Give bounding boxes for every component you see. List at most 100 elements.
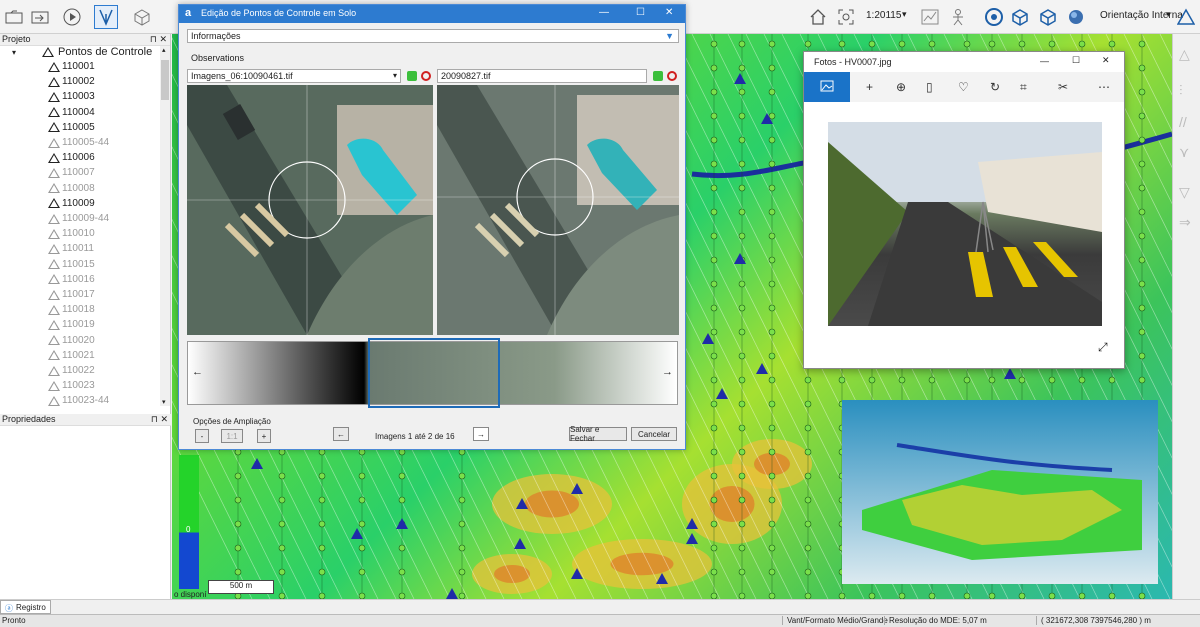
tree-item[interactable]: 110002 — [48, 76, 95, 87]
cube-icon[interactable] — [130, 5, 154, 29]
strip-right-arrow-icon[interactable]: → — [662, 366, 673, 378]
tree-item-label: 110018 — [62, 304, 95, 316]
image-view-button[interactable] — [804, 72, 850, 102]
sphere-icon[interactable] — [1064, 5, 1088, 29]
status-format: Vant/Formato Médio/Grande — [782, 616, 888, 625]
zoom-in-icon[interactable]: ⊕ — [896, 80, 906, 94]
chevron-down-icon[interactable]: ▾ — [902, 9, 907, 20]
terrain-3d-view[interactable] — [842, 400, 1158, 584]
save-close-button[interactable]: Salvar e Fechar — [569, 425, 627, 443]
control-point-icon — [48, 107, 60, 118]
tree-item[interactable]: 110020 — [48, 335, 95, 346]
tree-item[interactable]: 110005 — [48, 122, 95, 133]
next-arrow-icon[interactable]: → — [473, 427, 489, 441]
zoom-in-button[interactable]: + — [257, 429, 271, 443]
minimize-icon[interactable]: — — [599, 7, 609, 18]
tree-item[interactable]: 110007 — [48, 167, 95, 178]
chevron-down-icon[interactable]: ▼ — [665, 30, 674, 42]
right-aerial-image[interactable] — [437, 85, 679, 335]
tree-item[interactable]: 110001 — [48, 61, 95, 72]
tree-item[interactable]: 110009-44 — [48, 213, 109, 224]
tree-scrollbar[interactable]: ▴ ▾ — [160, 46, 170, 406]
delete-icon[interactable]: ▯ — [926, 80, 933, 94]
close-icon[interactable]: ⊓ ✕ — [151, 414, 168, 425]
accept-icon[interactable] — [653, 71, 663, 81]
tab-registro-label: Registro — [16, 603, 46, 612]
chevron-down-icon[interactable]: ▾ — [1166, 9, 1171, 20]
tree-item[interactable]: 110004 — [48, 107, 95, 118]
vector-icon[interactable] — [94, 5, 118, 29]
tree-root[interactable]: ▾ Pontos de Controle — [12, 46, 152, 58]
collapse-icon[interactable]: ▾ — [12, 48, 16, 57]
edit-icon[interactable]: ✂ — [1058, 80, 1068, 94]
person-icon[interactable] — [946, 5, 970, 29]
left-aerial-image[interactable] — [187, 85, 433, 335]
accept-icon[interactable] — [407, 71, 417, 81]
close-icon[interactable]: ✕ — [665, 7, 673, 18]
tree-item[interactable]: 110021 — [48, 350, 95, 361]
import-icon[interactable] — [28, 5, 52, 29]
tree-item[interactable]: 110018 — [48, 304, 95, 315]
more-icon[interactable]: ⋯ — [1098, 80, 1110, 94]
tree-item[interactable]: 110011 — [48, 243, 94, 254]
tab-registro[interactable]: ⓐ Registro — [0, 600, 51, 614]
selected-thumbnail[interactable] — [368, 338, 500, 408]
reject-icon[interactable] — [667, 71, 677, 81]
chevron-down-icon[interactable]: ▾ — [393, 70, 397, 82]
close-icon[interactable]: ✕ — [1102, 55, 1110, 66]
reject-icon[interactable] — [421, 71, 431, 81]
prev-arrow-icon[interactable]: ← — [333, 427, 349, 441]
zoom-extent-icon[interactable] — [834, 5, 858, 29]
play-icon[interactable] — [60, 5, 84, 29]
branch-icon[interactable]: ⋎ — [1179, 144, 1189, 161]
right-image-field[interactable]: 20090827.tif — [437, 69, 647, 83]
photo-viewer[interactable]: ⤢ — [804, 102, 1124, 368]
scale-value[interactable]: 1:20115 — [866, 10, 901, 21]
tree-item[interactable]: 110008 — [48, 183, 95, 194]
tree-item[interactable]: 110023 — [48, 380, 95, 391]
maximize-icon[interactable]: ☐ — [1072, 55, 1080, 66]
tree-item[interactable]: 110023-44 — [48, 395, 109, 406]
tree-item[interactable]: 110017 — [48, 289, 95, 300]
tree-item[interactable]: 110006 — [48, 152, 95, 163]
target-icon[interactable] — [982, 5, 1006, 29]
left-image-select[interactable]: Imagens_06:10090461.tif ▾ — [187, 69, 401, 83]
orientation-icon[interactable] — [1174, 5, 1198, 29]
edit-icon[interactable]: // — [1179, 114, 1187, 130]
cancel-button[interactable]: Cancelar — [631, 427, 677, 441]
maximize-icon[interactable]: ☐ — [636, 7, 645, 18]
rotate-icon[interactable]: ↻ — [990, 80, 1000, 94]
add-icon[interactable]: + — [866, 80, 873, 94]
photo-center-point — [358, 520, 366, 528]
crop-icon[interactable]: ⌗ — [1020, 80, 1027, 95]
tree-item[interactable]: 110003 — [48, 91, 95, 102]
tree-item[interactable]: 110010 — [48, 228, 95, 239]
cube-3d-icon[interactable] — [1008, 5, 1032, 29]
tree-item[interactable]: 110022 — [48, 365, 95, 376]
triangle-icon[interactable]: △ — [1179, 46, 1190, 63]
street-photo[interactable] — [828, 122, 1102, 326]
arrow-icon[interactable]: ⇒ — [1179, 214, 1191, 231]
favorite-icon[interactable]: ♡ — [958, 80, 969, 94]
filter-icon[interactable]: ▽ — [1179, 184, 1190, 201]
sliders-icon[interactable]: ⫶ — [1179, 82, 1183, 99]
zoom-out-button[interactable]: - — [195, 429, 209, 443]
zoom-value[interactable]: 1:1 — [221, 429, 243, 443]
cube-grid-icon[interactable] — [1036, 5, 1060, 29]
section-dropdown[interactable]: Informações ▼ — [187, 29, 679, 43]
strip-left-arrow-icon[interactable]: ← — [192, 366, 203, 378]
tree-item[interactable]: 110016 — [48, 274, 95, 285]
expand-icon[interactable]: ⤢ — [1098, 340, 1108, 355]
tree-item[interactable]: 110005-44 — [48, 137, 109, 148]
photo-center-point — [768, 280, 776, 288]
minimize-icon[interactable]: — — [1040, 56, 1049, 66]
home-icon[interactable] — [806, 5, 830, 29]
tree-item[interactable]: 110009 — [48, 198, 95, 209]
tree-item[interactable]: 110019 — [48, 319, 95, 330]
close-icon[interactable]: ⊓ ✕ — [150, 34, 167, 45]
photo-center-point — [738, 64, 746, 72]
chart-icon[interactable] — [918, 5, 942, 29]
tree-item[interactable]: 110015 — [48, 259, 95, 270]
project-panel-title: Projeto — [2, 34, 31, 44]
folder-icon[interactable] — [2, 5, 26, 29]
